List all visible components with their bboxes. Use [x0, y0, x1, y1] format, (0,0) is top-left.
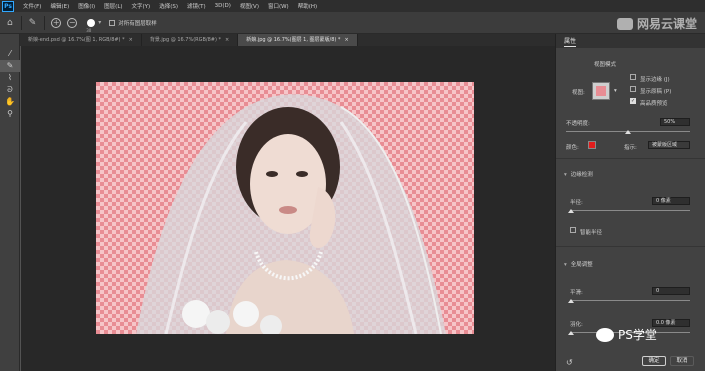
- close-icon[interactable]: ×: [225, 37, 229, 43]
- close-icon[interactable]: ×: [129, 37, 133, 43]
- smooth-field[interactable]: 0: [652, 287, 690, 295]
- tools-panel: ⁄ ✎ ⌇ ᘐ ✋ ⚲: [0, 34, 20, 371]
- global-refine-section[interactable]: ▾ 全局调整: [556, 260, 705, 268]
- ok-button[interactable]: 确定: [642, 356, 666, 366]
- ps-school-watermark-text: PS学堂: [618, 328, 657, 342]
- sample-all-layers-checkbox[interactable]: [109, 19, 116, 26]
- cancel-button[interactable]: 取消: [670, 356, 694, 366]
- canvas-area[interactable]: [21, 46, 555, 371]
- smooth-slider-knob[interactable]: [568, 299, 574, 303]
- menu-image[interactable]: 图像(I): [78, 2, 95, 10]
- smooth-label: 平滑:: [570, 290, 583, 296]
- reset-icon[interactable]: ↺: [566, 358, 573, 367]
- chevron-down-icon[interactable]: ▾: [614, 88, 617, 94]
- indicates-select[interactable]: 被蒙版区域: [648, 141, 690, 149]
- tab-label: 新娘-end.psd @ 16.7%(图 1, RGB/8#) *: [28, 37, 125, 43]
- radius-field[interactable]: 0 像素: [652, 197, 690, 205]
- opacity-slider-knob[interactable]: [625, 130, 631, 134]
- high-quality-preview-label: 高品质预览: [640, 101, 668, 107]
- quick-selection-tool-icon[interactable]: ⁄: [0, 48, 20, 60]
- radius-label: 半径:: [570, 200, 583, 206]
- feather-label: 羽化:: [570, 322, 583, 328]
- brush-tool-icon[interactable]: ⌇: [0, 72, 20, 84]
- chevron-down-icon: ▾: [564, 262, 567, 268]
- tab-background[interactable]: 背景.jpg @ 16.7%(RGB/8#) * ×: [142, 34, 239, 46]
- divider: [20, 15, 22, 30]
- document-tabs: 新娘-end.psd @ 16.7%(图 1, RGB/8#) * × 背景.jp…: [20, 34, 555, 46]
- tab-label: 属性: [564, 37, 577, 47]
- show-edge-label: 显示边缘 (J): [640, 77, 670, 83]
- view-label: 视图:: [572, 90, 585, 96]
- global-refine-title: 全局调整: [570, 262, 593, 268]
- subtract-mode-button[interactable]: −: [67, 17, 78, 28]
- smooth-slider[interactable]: [570, 300, 690, 301]
- chevron-down-icon: ▾: [564, 172, 567, 178]
- home-icon[interactable]: ⌂: [7, 18, 13, 28]
- divider: [556, 158, 705, 159]
- tab-bride[interactable]: 新娘.jpg @ 16.7%(图层 1, 图层蒙版/8) * ×: [238, 34, 358, 46]
- overlay-color-swatch[interactable]: [588, 141, 596, 149]
- tab-label: 背景.jpg @ 16.7%(RGB/8#) *: [149, 37, 222, 43]
- menu-view[interactable]: 视图(V): [240, 2, 259, 10]
- netease-watermark: 网易云课堂: [616, 15, 697, 32]
- feather-field[interactable]: 0.0 像素: [652, 319, 690, 327]
- netease-logo-icon: [616, 17, 633, 30]
- high-quality-preview-checkbox[interactable]: [630, 98, 636, 104]
- smart-radius-checkbox[interactable]: [570, 227, 576, 233]
- menu-help[interactable]: 帮助(H): [298, 2, 317, 10]
- bride-photo[interactable]: [96, 82, 474, 334]
- edge-detection-section[interactable]: ▾ 边缘检测: [556, 170, 705, 178]
- menu-filter[interactable]: 滤镜(T): [187, 2, 206, 10]
- opacity-label: 不透明度:: [566, 121, 590, 127]
- bride-illustration: [136, 94, 446, 334]
- show-original-label: 显示原稿 (P): [640, 89, 672, 95]
- ps-school-watermark: PS学堂: [596, 326, 657, 343]
- divider: [556, 246, 705, 247]
- chevron-down-icon[interactable]: ▾: [98, 19, 101, 26]
- show-original-checkbox[interactable]: [630, 86, 636, 92]
- properties-panel: 属性 视图模式 视图: ▾ 显示边缘 (J) 显示原稿 (P) 高品质预览 不透…: [555, 34, 705, 371]
- view-mode-title: 视图模式: [594, 62, 617, 68]
- feather-slider-knob[interactable]: [568, 331, 574, 335]
- menu-edit[interactable]: 编辑(E): [50, 2, 69, 10]
- refine-brush-icon[interactable]: ✎: [29, 18, 37, 28]
- menu-file[interactable]: 文件(F): [23, 2, 41, 10]
- refine-edge-brush-tool-icon[interactable]: ✎: [0, 60, 20, 72]
- tab-label: 新娘.jpg @ 16.7%(图层 1, 图层蒙版/8) *: [246, 37, 341, 43]
- photoshop-logo[interactable]: Ps: [2, 0, 14, 12]
- indicates-value: 被蒙版区域: [652, 142, 678, 148]
- smart-radius-label: 智能半径: [580, 230, 603, 236]
- indicates-label: 指示:: [624, 145, 637, 151]
- wechat-icon: [596, 327, 614, 342]
- options-bar: ⌂ ✎ + − 30 ▾ 对所有图层取样 网易云课堂: [0, 12, 705, 34]
- color-label: 颜色:: [566, 145, 579, 151]
- menu-bar: Ps 文件(F) 编辑(E) 图像(I) 图层(L) 文字(Y) 选择(S) 滤…: [0, 0, 705, 12]
- add-mode-button[interactable]: +: [51, 17, 62, 28]
- thumbnail-preview-icon: [596, 86, 606, 96]
- brush-size-value: 30: [86, 27, 92, 33]
- opacity-field[interactable]: 50%: [660, 118, 690, 126]
- brush-preset-picker[interactable]: 30: [86, 18, 96, 33]
- tab-bride-end[interactable]: 新娘-end.psd @ 16.7%(图 1, RGB/8#) * ×: [20, 34, 142, 46]
- hand-tool-icon[interactable]: ✋: [0, 96, 20, 108]
- divider: [44, 15, 46, 30]
- edge-detection-title: 边缘检测: [570, 172, 593, 178]
- menu-select[interactable]: 选择(S): [159, 2, 178, 10]
- show-edge-checkbox[interactable]: [630, 74, 636, 80]
- properties-tab[interactable]: 属性: [556, 34, 705, 48]
- zoom-tool-icon[interactable]: ⚲: [0, 108, 20, 120]
- sample-all-layers-label: 对所有图层取样: [118, 20, 157, 27]
- menu-window[interactable]: 窗口(W): [268, 2, 289, 10]
- view-mode-thumbnail[interactable]: [592, 82, 610, 100]
- netease-watermark-text: 网易云课堂: [636, 17, 697, 31]
- menu-layer[interactable]: 图层(L): [104, 2, 122, 10]
- menu-3d[interactable]: 3D(D): [215, 3, 231, 9]
- lasso-tool-icon[interactable]: ᘐ: [0, 84, 20, 96]
- radius-slider-knob[interactable]: [568, 209, 574, 213]
- radius-slider[interactable]: [570, 210, 690, 211]
- menu-type[interactable]: 文字(Y): [132, 2, 151, 10]
- close-icon[interactable]: ×: [344, 37, 348, 43]
